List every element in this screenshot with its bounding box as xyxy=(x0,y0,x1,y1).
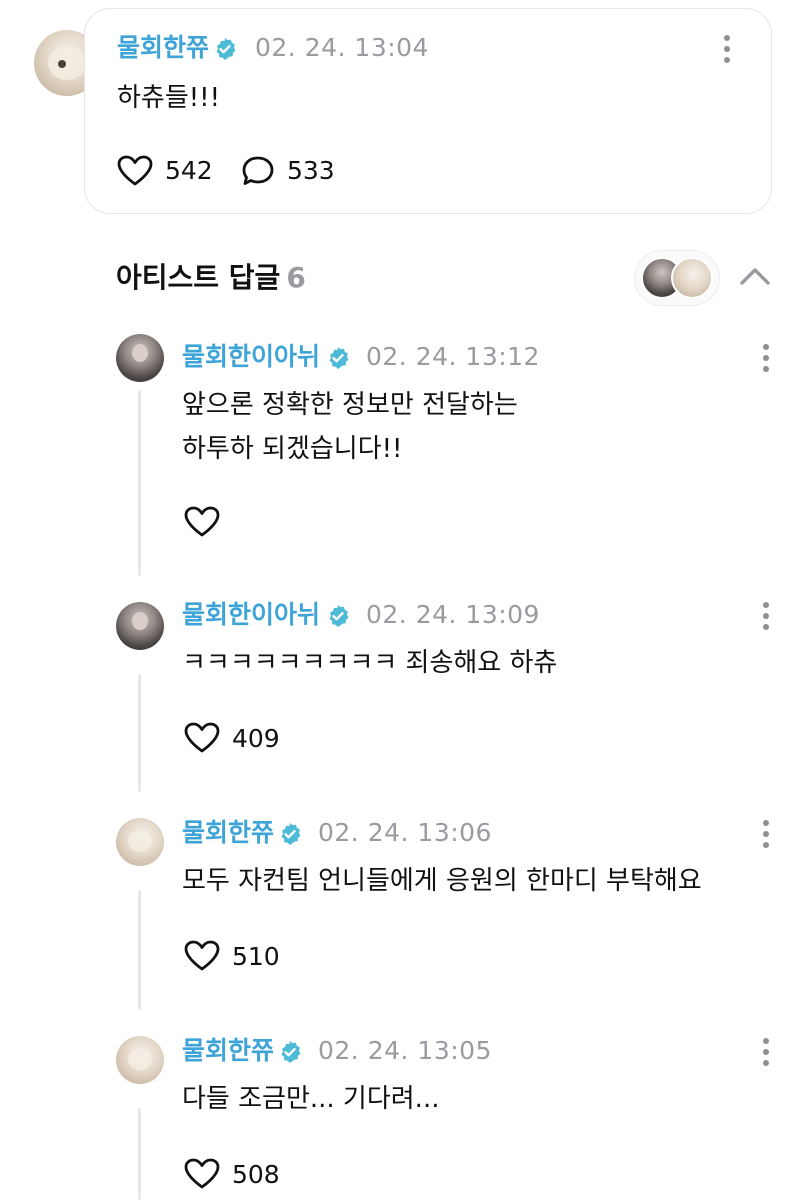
comment-count: 533 xyxy=(287,156,335,185)
post-timestamp: 02. 24. 13:04 xyxy=(255,33,429,62)
reply-text-line: 다들 조금만... 기다려... xyxy=(182,1084,440,1114)
stacked-avatar-dog xyxy=(671,257,713,299)
reply-text-line: ㅋㅋㅋㅋㅋㅋㅋㅋㅋ 죄송해요 하츄 xyxy=(182,648,558,678)
like-heart-icon[interactable] xyxy=(184,940,220,972)
more-options-icon[interactable] xyxy=(756,820,776,850)
artist-replies-count: 6 xyxy=(286,261,306,294)
thread-line xyxy=(138,890,141,1010)
reply-text-line: 모두 자컨팀 언니들에게 응원의 한마디 부탁해요 xyxy=(182,866,702,896)
comment-bubble-icon[interactable] xyxy=(241,155,275,187)
reply-author-name[interactable]: 물회한이아뉘 xyxy=(182,342,320,372)
like-count: 508 xyxy=(232,1160,280,1189)
reply-author-name[interactable]: 물회한쮸 xyxy=(182,818,274,848)
reply-avatar[interactable] xyxy=(116,602,164,650)
more-options-icon[interactable] xyxy=(717,35,737,65)
like-heart-icon[interactable] xyxy=(184,722,220,754)
thread-line xyxy=(138,1108,141,1200)
like-heart-icon[interactable] xyxy=(117,155,153,187)
more-options-icon[interactable] xyxy=(756,1038,776,1068)
reply-text-line: 앞으론 정확한 정보만 전달하는 xyxy=(182,390,518,420)
more-options-icon[interactable] xyxy=(756,344,776,374)
like-count: 510 xyxy=(232,942,280,971)
post-author-name[interactable]: 물회한쮸 xyxy=(117,33,209,63)
main-post-card: 물회한쮸 02. 24. 13:04 하츄들!!! 542 533 xyxy=(84,8,772,214)
thread-line xyxy=(138,390,141,576)
reply-avatar[interactable] xyxy=(116,334,164,382)
like-count: 542 xyxy=(165,156,213,185)
reply-timestamp: 02. 24. 13:09 xyxy=(366,600,540,629)
more-options-icon[interactable] xyxy=(756,602,776,632)
chevron-up-icon[interactable] xyxy=(738,264,772,288)
artist-avatar-stack[interactable] xyxy=(634,250,720,306)
like-heart-icon[interactable] xyxy=(184,1158,220,1190)
verified-badge-icon xyxy=(216,38,236,60)
artist-replies-title: 아티스트 답글 6 xyxy=(116,260,306,296)
artist-replies-label: 아티스트 답글 xyxy=(116,261,281,294)
reply-timestamp: 02. 24. 13:12 xyxy=(366,342,540,371)
like-count: 409 xyxy=(232,724,280,753)
reply-text-line: 하투하 되겠습니다!! xyxy=(182,434,403,464)
like-heart-icon[interactable] xyxy=(184,506,220,538)
reply-avatar[interactable] xyxy=(116,818,164,866)
verified-badge-icon xyxy=(281,823,301,845)
verified-badge-icon xyxy=(329,605,349,627)
thread-line xyxy=(138,674,141,792)
reply-timestamp: 02. 24. 13:06 xyxy=(318,818,492,847)
verified-badge-icon xyxy=(329,347,349,369)
verified-badge-icon xyxy=(281,1041,301,1063)
reply-author-name[interactable]: 물회한이아뉘 xyxy=(182,600,320,630)
reply-author-name[interactable]: 물회한쮸 xyxy=(182,1036,274,1066)
post-text: 하츄들!!! xyxy=(117,83,221,113)
reply-timestamp: 02. 24. 13:05 xyxy=(318,1036,492,1065)
reply-avatar[interactable] xyxy=(116,1036,164,1084)
